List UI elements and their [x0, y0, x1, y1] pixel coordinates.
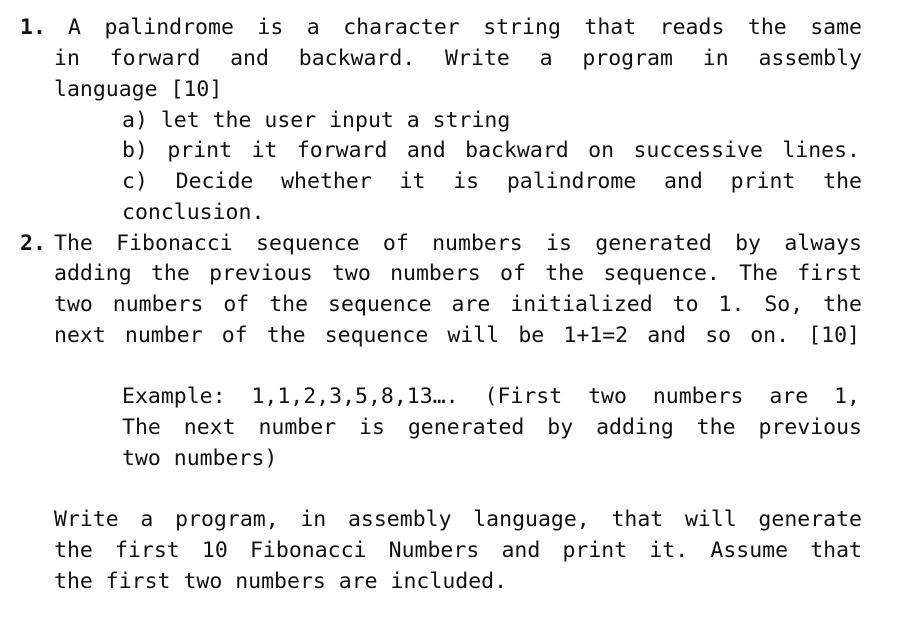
question-number: 1.	[20, 15, 46, 40]
task-line: Write a program, in assembly language, t…	[54, 507, 862, 532]
subitem-c: c) Decide whether it is palindrome and p…	[122, 169, 862, 194]
question-number: 2.	[20, 231, 46, 256]
example-line: Example: 1,1,2,3,5,8,13…. (First two num…	[122, 384, 860, 409]
task-line: the first two numbers are included.	[54, 569, 508, 594]
subitem-b: b) print it forward and backward on succ…	[122, 138, 860, 163]
question-text-line: language [10]	[54, 77, 223, 102]
question-text-line: A palindrome is a character string that …	[68, 15, 862, 40]
question-text-line: adding the previous two numbers of the s…	[54, 261, 862, 286]
question-text-line: two numbers of the sequence are initiali…	[54, 292, 862, 317]
subitem-c-continued: conclusion.	[122, 200, 265, 225]
question-text-line: in forward and backward. Write a program…	[54, 46, 862, 71]
example-line: two numbers)	[122, 446, 278, 471]
task-line: the first 10 Fibonacci Numbers and print…	[54, 538, 862, 563]
example-line: The next number is generated by adding t…	[122, 415, 862, 440]
subitem-a: a) let the user input a string	[122, 108, 511, 133]
question-text-line: next number of the sequence will be 1+1=…	[54, 323, 860, 348]
question-text-line: The Fibonacci sequence of numbers is gen…	[54, 231, 862, 256]
